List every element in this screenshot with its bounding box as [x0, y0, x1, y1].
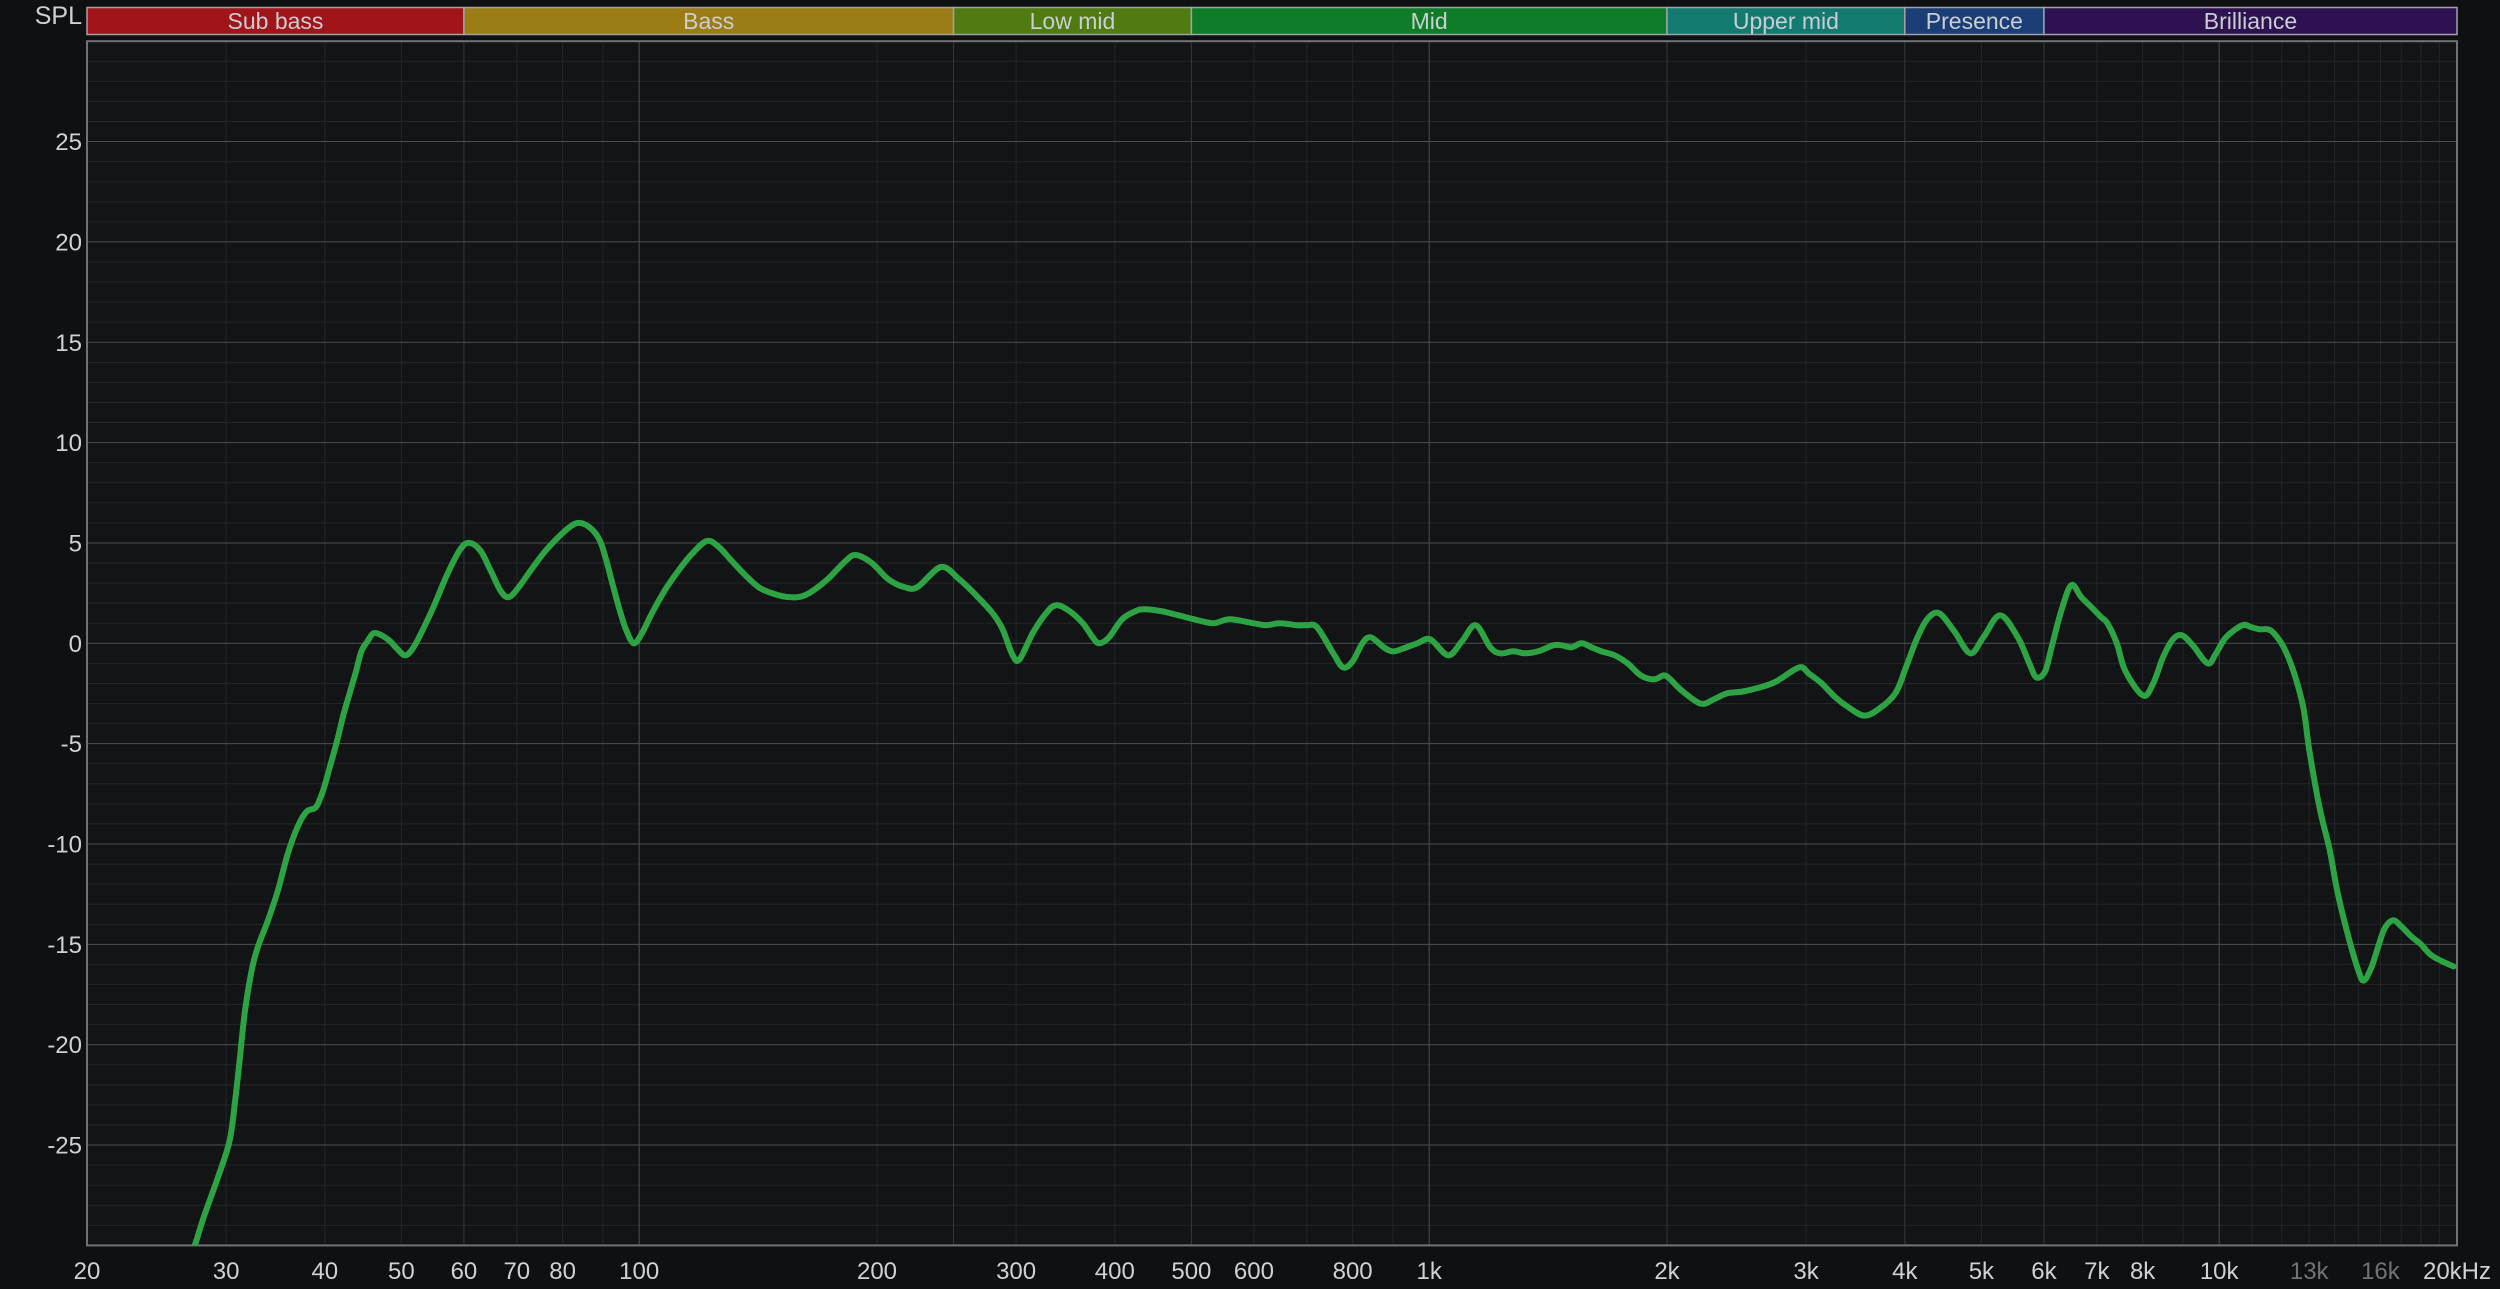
y-tick-15: 15: [55, 330, 82, 357]
x-tick-400: 400: [1095, 1258, 1135, 1285]
x-tick-50: 50: [388, 1258, 415, 1285]
x-tick-5k: 5k: [1969, 1258, 1995, 1285]
y-axis-labels: 25 20 15 10 5 0 -5 -10 -15 -20 -25: [47, 129, 82, 1160]
band-low-mid: Low mid: [952, 6, 1193, 36]
x-tick-2k: 2k: [1654, 1258, 1680, 1285]
x-axis-labels: 20 30 40 50 60 70 80 100 200 300 400 500 600 800 1k 2k 3…: [74, 1258, 2491, 1285]
band-low-mid-label: Low mid: [1030, 8, 1116, 34]
x-tick-600: 600: [1234, 1258, 1274, 1285]
x-tick-1k: 1k: [1417, 1258, 1443, 1285]
y-tick-neg5: -5: [61, 731, 82, 758]
x-tick-4k: 4k: [1892, 1258, 1918, 1285]
band-presence-label: Presence: [1926, 8, 2023, 34]
grid: [87, 41, 2457, 1246]
x-tick-300: 300: [996, 1258, 1036, 1285]
x-tick-30: 30: [213, 1258, 240, 1285]
x-tick-7k: 7k: [2084, 1258, 2110, 1285]
x-tick-3k: 3k: [1793, 1258, 1819, 1285]
band-brilliance-label: Brilliance: [2204, 8, 2297, 34]
x-tick-800: 800: [1333, 1258, 1373, 1285]
band-upper-mid-label: Upper mid: [1733, 8, 1839, 34]
band-mid-label: Mid: [1411, 8, 1448, 34]
x-tick-60: 60: [451, 1258, 478, 1285]
y-tick-5: 5: [69, 530, 82, 557]
spl-chart-canvas[interactable]: Sub bass Bass Low mid Mid Upper mid Presence B…: [0, 0, 2500, 1289]
band-sub-bass-label: Sub bass: [228, 8, 324, 34]
band-brilliance: Brilliance: [2043, 6, 2458, 36]
band-mid: Mid: [1190, 6, 1668, 36]
x-tick-20khz: 20kHz: [2423, 1258, 2491, 1285]
y-tick-25: 25: [55, 129, 82, 156]
x-tick-80: 80: [549, 1258, 576, 1285]
x-tick-13k: 13k: [2290, 1258, 2330, 1285]
y-tick-neg20: -20: [47, 1032, 82, 1059]
x-tick-70: 70: [503, 1258, 530, 1285]
band-bass: Bass: [463, 6, 955, 36]
band-upper-mid: Upper mid: [1666, 6, 1906, 36]
y-tick-neg25: -25: [47, 1133, 82, 1160]
band-bass-label: Bass: [683, 8, 734, 34]
band-sub-bass: Sub bass: [86, 6, 465, 36]
band-presence: Presence: [1904, 6, 2045, 36]
x-tick-6k: 6k: [2031, 1258, 2057, 1285]
x-tick-16k: 16k: [2361, 1258, 2401, 1285]
x-tick-200: 200: [857, 1258, 897, 1285]
y-tick-neg15: -15: [47, 932, 82, 959]
spl-frequency-response-app: SPL Sub bass Bass Low mid Mid Upper mid Prese…: [0, 0, 2500, 1289]
x-tick-500: 500: [1171, 1258, 1211, 1285]
x-tick-40: 40: [311, 1258, 338, 1285]
y-tick-20: 20: [55, 229, 82, 256]
y-tick-0: 0: [69, 631, 82, 658]
x-tick-20: 20: [74, 1258, 101, 1285]
band-strip: Sub bass Bass Low mid Mid Upper mid Presence B…: [86, 6, 2458, 36]
y-tick-10: 10: [55, 430, 82, 457]
x-tick-8k: 8k: [2130, 1258, 2156, 1285]
x-tick-100: 100: [619, 1258, 659, 1285]
x-tick-10k: 10k: [2200, 1258, 2240, 1285]
y-tick-neg10: -10: [47, 832, 82, 859]
